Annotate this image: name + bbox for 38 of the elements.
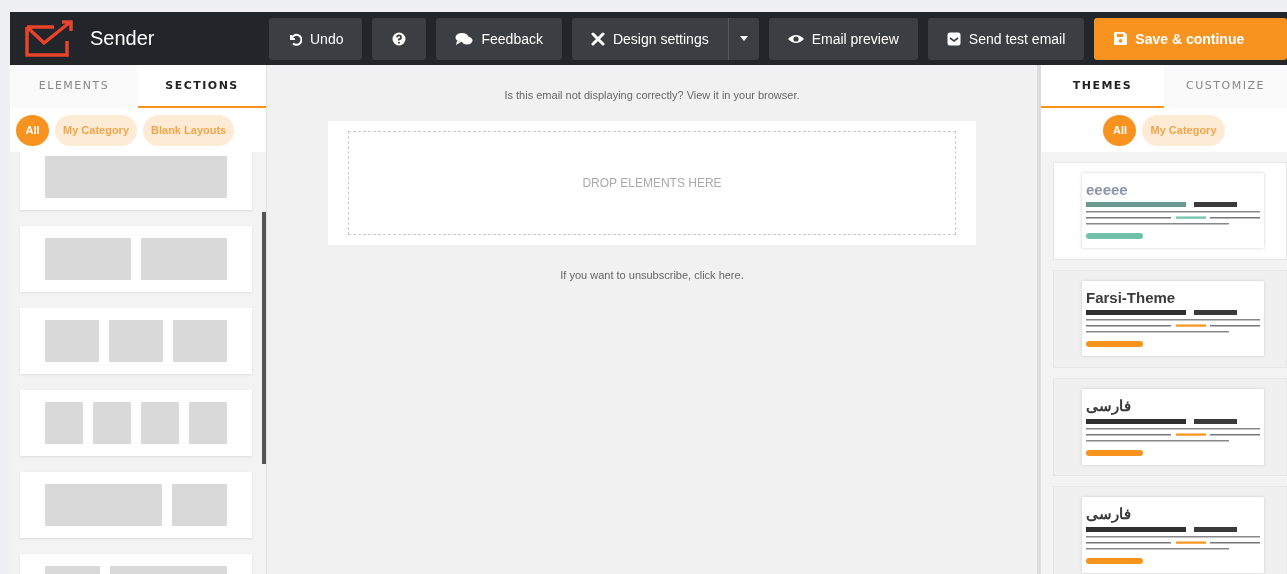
section-layout-card[interactable] [20,390,252,456]
test-button[interactable]: Send test email [927,17,1085,60]
dropdown-button[interactable] [728,17,759,60]
unsubscribe-note: If you want to unsubscribe, click here. [560,269,744,281]
layout-placeholder [109,320,163,362]
undo-button[interactable]: Undo [269,17,363,60]
feedback-button[interactable]: Feedback [436,17,562,60]
section-layout-card[interactable] [20,308,252,374]
section-layout-card[interactable] [20,152,252,210]
theme-title: فارسی [1086,397,1131,415]
section-layout-card[interactable] [20,472,252,538]
layout-placeholder [141,402,179,444]
caret-icon [739,36,748,41]
section-layout-card[interactable] [20,226,252,292]
undo-icon [288,31,302,46]
app-name: Sender [90,27,155,50]
theme-card[interactable]: Farsi-Theme [1053,270,1287,368]
panel-tab[interactable]: CUSTOMIZE [1164,65,1287,108]
layout-placeholder [93,402,131,444]
layout-placeholder [173,320,227,362]
theme-card[interactable]: فارسی [1053,486,1287,574]
theme-title: Farsi-Theme [1086,289,1176,306]
chat-bubbles-icon [455,31,474,46]
eye-icon [787,33,804,44]
layout-placeholder [45,402,83,444]
layout-placeholder [171,484,227,526]
help-button[interactable] [372,17,427,60]
scrollbar-thumb[interactable] [262,212,266,464]
browser-view-note: Is this email not displaying correctly? View it in your browser. [504,89,800,101]
layout-placeholder [189,402,227,444]
theme-card[interactable]: فارسی [1053,378,1287,476]
layout-placeholder [45,320,99,362]
preview-button[interactable]: Email preview [768,17,918,60]
theme-title: فارسی [1086,505,1131,523]
envelope-logo-icon [24,18,76,59]
help-icon [392,31,407,46]
design-settings-button[interactable]: Design settings [571,17,729,60]
theme-title: eeeee [1086,181,1128,198]
